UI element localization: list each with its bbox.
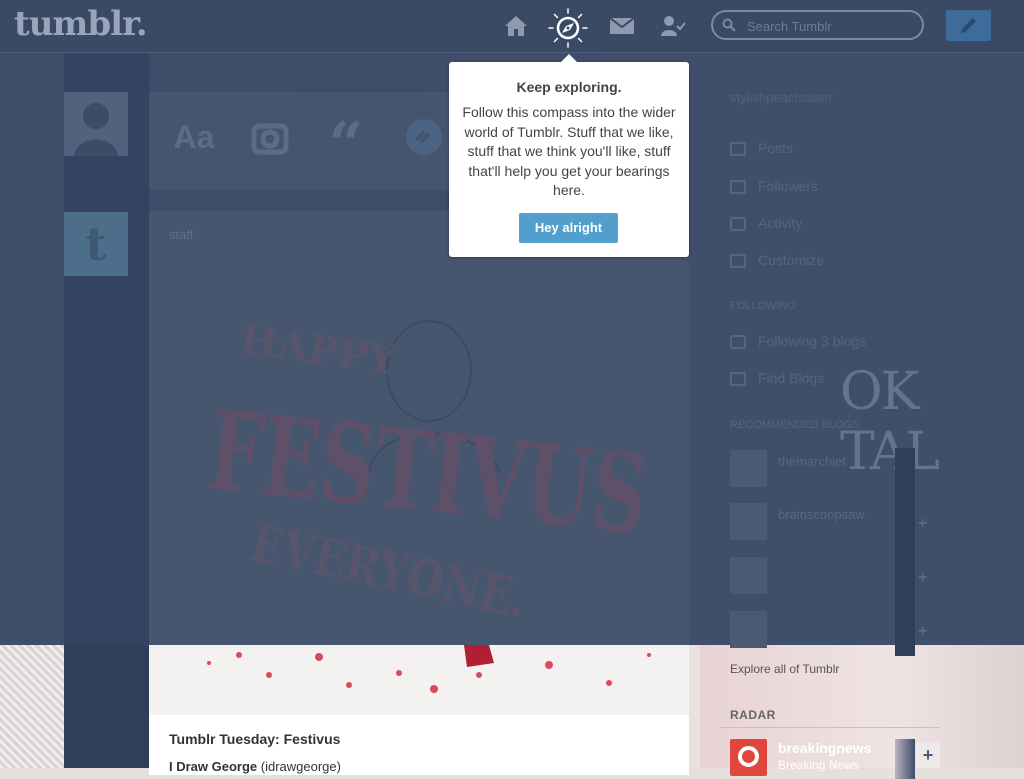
radar-blog-avatar[interactable]	[730, 739, 767, 776]
radar-divider	[720, 727, 940, 728]
post-author-label[interactable]: staff	[169, 227, 193, 242]
customize-eye-icon	[730, 254, 746, 269]
sidebar-item-customize[interactable]: Customize	[730, 252, 824, 272]
messages-envelope-icon[interactable]	[609, 14, 635, 38]
compose-button[interactable]	[946, 10, 991, 41]
activity-icon	[730, 217, 746, 232]
recommended-blog-avatar[interactable]	[730, 503, 767, 540]
recommended-blog-name[interactable]: themarchiet	[778, 454, 846, 469]
radar-blog-subtitle: Breaking News	[778, 758, 859, 772]
recommended-blog-name[interactable]: brainscoopsaw	[778, 507, 865, 522]
explore-tooltip-popover: Keep exploring. Follow this compass into…	[449, 54, 689, 257]
sidebar-item-find-blogs[interactable]: Find Blogs	[730, 370, 824, 390]
find-blogs-icon	[730, 372, 746, 387]
explore-compass-icon[interactable]	[548, 8, 588, 48]
home-icon[interactable]	[503, 14, 529, 38]
radar-fade	[895, 739, 915, 779]
tumblr-staff-avatar[interactable]: t	[64, 212, 128, 276]
post-card: staff HAPPY FESTIVUS EVERYONE.	[149, 211, 689, 645]
festivus-word-1: HAPPY	[237, 316, 400, 385]
recommended-blog-avatar[interactable]	[730, 611, 767, 648]
post-author-handle[interactable]: (idrawgeorge)	[261, 759, 341, 774]
recommended-blog[interactable]: +	[730, 557, 927, 597]
quote-post-button[interactable]: “	[321, 112, 371, 178]
link-icon	[406, 119, 442, 155]
sidebar-item-following[interactable]: Following 3 blogs	[730, 333, 866, 353]
background-photo-left	[0, 645, 64, 768]
recommended-blogs-label: RECOMMENDED BLOGS	[730, 419, 860, 431]
search-icon	[722, 18, 736, 32]
follow-plus-icon[interactable]: +	[916, 742, 940, 768]
recommended-blog-avatar[interactable]	[730, 450, 767, 487]
sidebar-item-followers[interactable]: Followers	[730, 178, 818, 198]
recommended-fade	[895, 448, 915, 656]
post-image-lower	[149, 645, 689, 715]
following-icon	[730, 335, 746, 350]
text-post-button[interactable]: Aa	[169, 112, 219, 162]
follow-plus-icon[interactable]: +	[918, 569, 927, 587]
search-input[interactable]	[745, 15, 919, 37]
festivus-image: HAPPY FESTIVUS EVERYONE.	[202, 316, 653, 630]
popover-title: Keep exploring.	[516, 79, 622, 95]
follow-plus-icon[interactable]: +	[918, 515, 927, 533]
radar-blog-name[interactable]: breakingnews	[778, 740, 871, 756]
popover-body: Follow this compass into the wider world…	[462, 104, 676, 199]
compose-pencil-icon	[961, 18, 976, 33]
posts-icon	[730, 142, 746, 157]
sidebar-blog-name[interactable]: stylishpeachsister	[730, 90, 833, 105]
recommended-blog[interactable]: +	[730, 611, 927, 651]
sidebar-item-activity[interactable]: Activity	[730, 215, 802, 235]
search-box[interactable]	[711, 10, 924, 40]
post-title[interactable]: Tumblr Tuesday: Festivus	[169, 731, 340, 747]
camera-icon	[251, 123, 289, 155]
followers-icon	[730, 180, 746, 195]
user-avatar[interactable]	[64, 92, 128, 156]
top-navigation-bar: tumblr.	[0, 0, 1024, 53]
photo-post-button[interactable]	[244, 112, 294, 162]
post-author-name[interactable]: I Draw George	[169, 759, 257, 774]
sidebar-item-posts[interactable]: Posts	[730, 140, 793, 160]
hey-alright-button[interactable]: Hey alright	[519, 213, 618, 243]
sidebar-section-label: FOLLOWING	[730, 300, 797, 312]
recommended-blog[interactable]: themarchiet	[730, 450, 920, 490]
post-author-line: I Draw George (idrawgeorge)	[169, 759, 341, 774]
follow-plus-icon[interactable]: +	[918, 623, 927, 641]
account-people-icon[interactable]	[660, 14, 686, 38]
explore-all-link[interactable]: Explore all of Tumblr	[730, 662, 839, 676]
link-post-button[interactable]	[399, 112, 449, 162]
tumblr-logo[interactable]: tumblr.	[14, 4, 148, 44]
recommended-blog[interactable]: brainscoopsaw +	[730, 503, 927, 543]
recommended-blog-avatar[interactable]	[730, 557, 767, 594]
radar-label: RADAR	[730, 708, 776, 722]
post-body: Tumblr Tuesday: Festivus I Draw George (…	[149, 715, 689, 775]
